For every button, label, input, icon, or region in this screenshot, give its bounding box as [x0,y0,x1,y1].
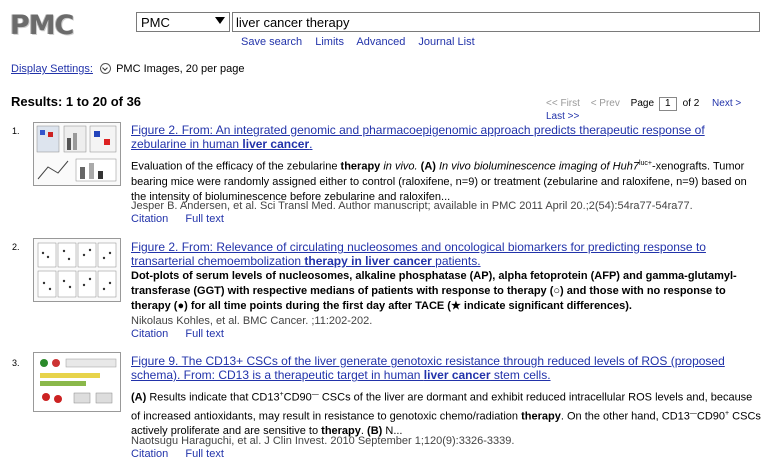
chevron-down-icon [215,17,225,24]
page-label: Page [630,98,655,109]
figure-thumbnail-image [36,125,117,182]
save-search-link[interactable]: Save search [241,36,302,48]
result-number: 2. [12,242,20,252]
result-description: (A) Results indicate that CD13+CD90— CSC… [131,391,761,438]
journal-list-link[interactable]: Journal List [418,36,474,48]
result-thumbnail[interactable] [33,352,121,412]
citation-link[interactable]: Citation [131,328,168,340]
advanced-link[interactable]: Advanced [356,36,405,48]
result-title-link[interactable]: Figure 2. From: An integrated genomic an… [131,123,756,151]
page-number-input[interactable]: 1 [658,97,677,111]
result-number: 3. [12,358,20,368]
chevron-down-icon[interactable] [100,63,111,74]
result-description: Dot-plots of serum levels of nucleosomes… [131,270,737,312]
limits-link[interactable]: Limits [315,36,344,48]
result-title-link[interactable]: Figure 2. From: Relevance of circulating… [131,240,756,268]
search-links: Save search Limits Advanced Journal List [241,36,485,48]
display-settings-link[interactable]: Display Settings: [11,63,93,75]
figure-thumbnail-image [34,353,120,411]
result-links: Citation Full text [131,328,238,340]
last-page-link[interactable]: Last >> [546,111,579,122]
result-description: Evaluation of the efficacy of the zebula… [131,160,747,203]
database-select-value: PMC [141,15,170,30]
result-thumbnail[interactable] [33,238,121,302]
pager: << First < Prev Page 1 of 2 Next > Last … [546,97,763,122]
first-page-link[interactable]: << First [546,98,580,109]
result-links: Citation Full text [131,213,238,225]
result-author: Nikolaus Kohles, et al. BMC Cancer. ;11:… [131,315,373,327]
result-thumbnail[interactable] [33,122,121,186]
citation-link[interactable]: Citation [131,213,168,225]
result-links: Citation Full text [131,448,238,460]
citation-link[interactable]: Citation [131,448,168,460]
result-author: Naotsugu Haraguchi, et al. J Clin Invest… [131,435,515,447]
result-number: 1. [12,126,20,136]
top-bar: PMC PMC Save search Limits Advanced Jour… [0,0,763,52]
display-settings-value: PMC Images, 20 per page [116,63,245,75]
prev-page-link[interactable]: < Prev [591,98,620,109]
full-text-link[interactable]: Full text [185,213,224,225]
next-page-link[interactable]: Next > [712,98,741,109]
result-title-link[interactable]: Figure 9. The CD13+ CSCs of the liver ge… [131,354,756,382]
database-select[interactable]: PMC [136,12,230,32]
pmc-logo[interactable]: PMC [10,10,74,41]
result-author: Jesper B. Andersen, et al. Sci Transl Me… [131,200,693,212]
results-count-title: Results: 1 to 20 of 36 [11,94,142,109]
full-text-link[interactable]: Full text [185,328,224,340]
search-input[interactable] [232,12,760,32]
display-settings: Display Settings: PMC Images, 20 per pag… [11,63,244,75]
page-total: of 2 [682,98,700,109]
full-text-link[interactable]: Full text [185,448,224,460]
figure-thumbnail-image [37,242,117,298]
